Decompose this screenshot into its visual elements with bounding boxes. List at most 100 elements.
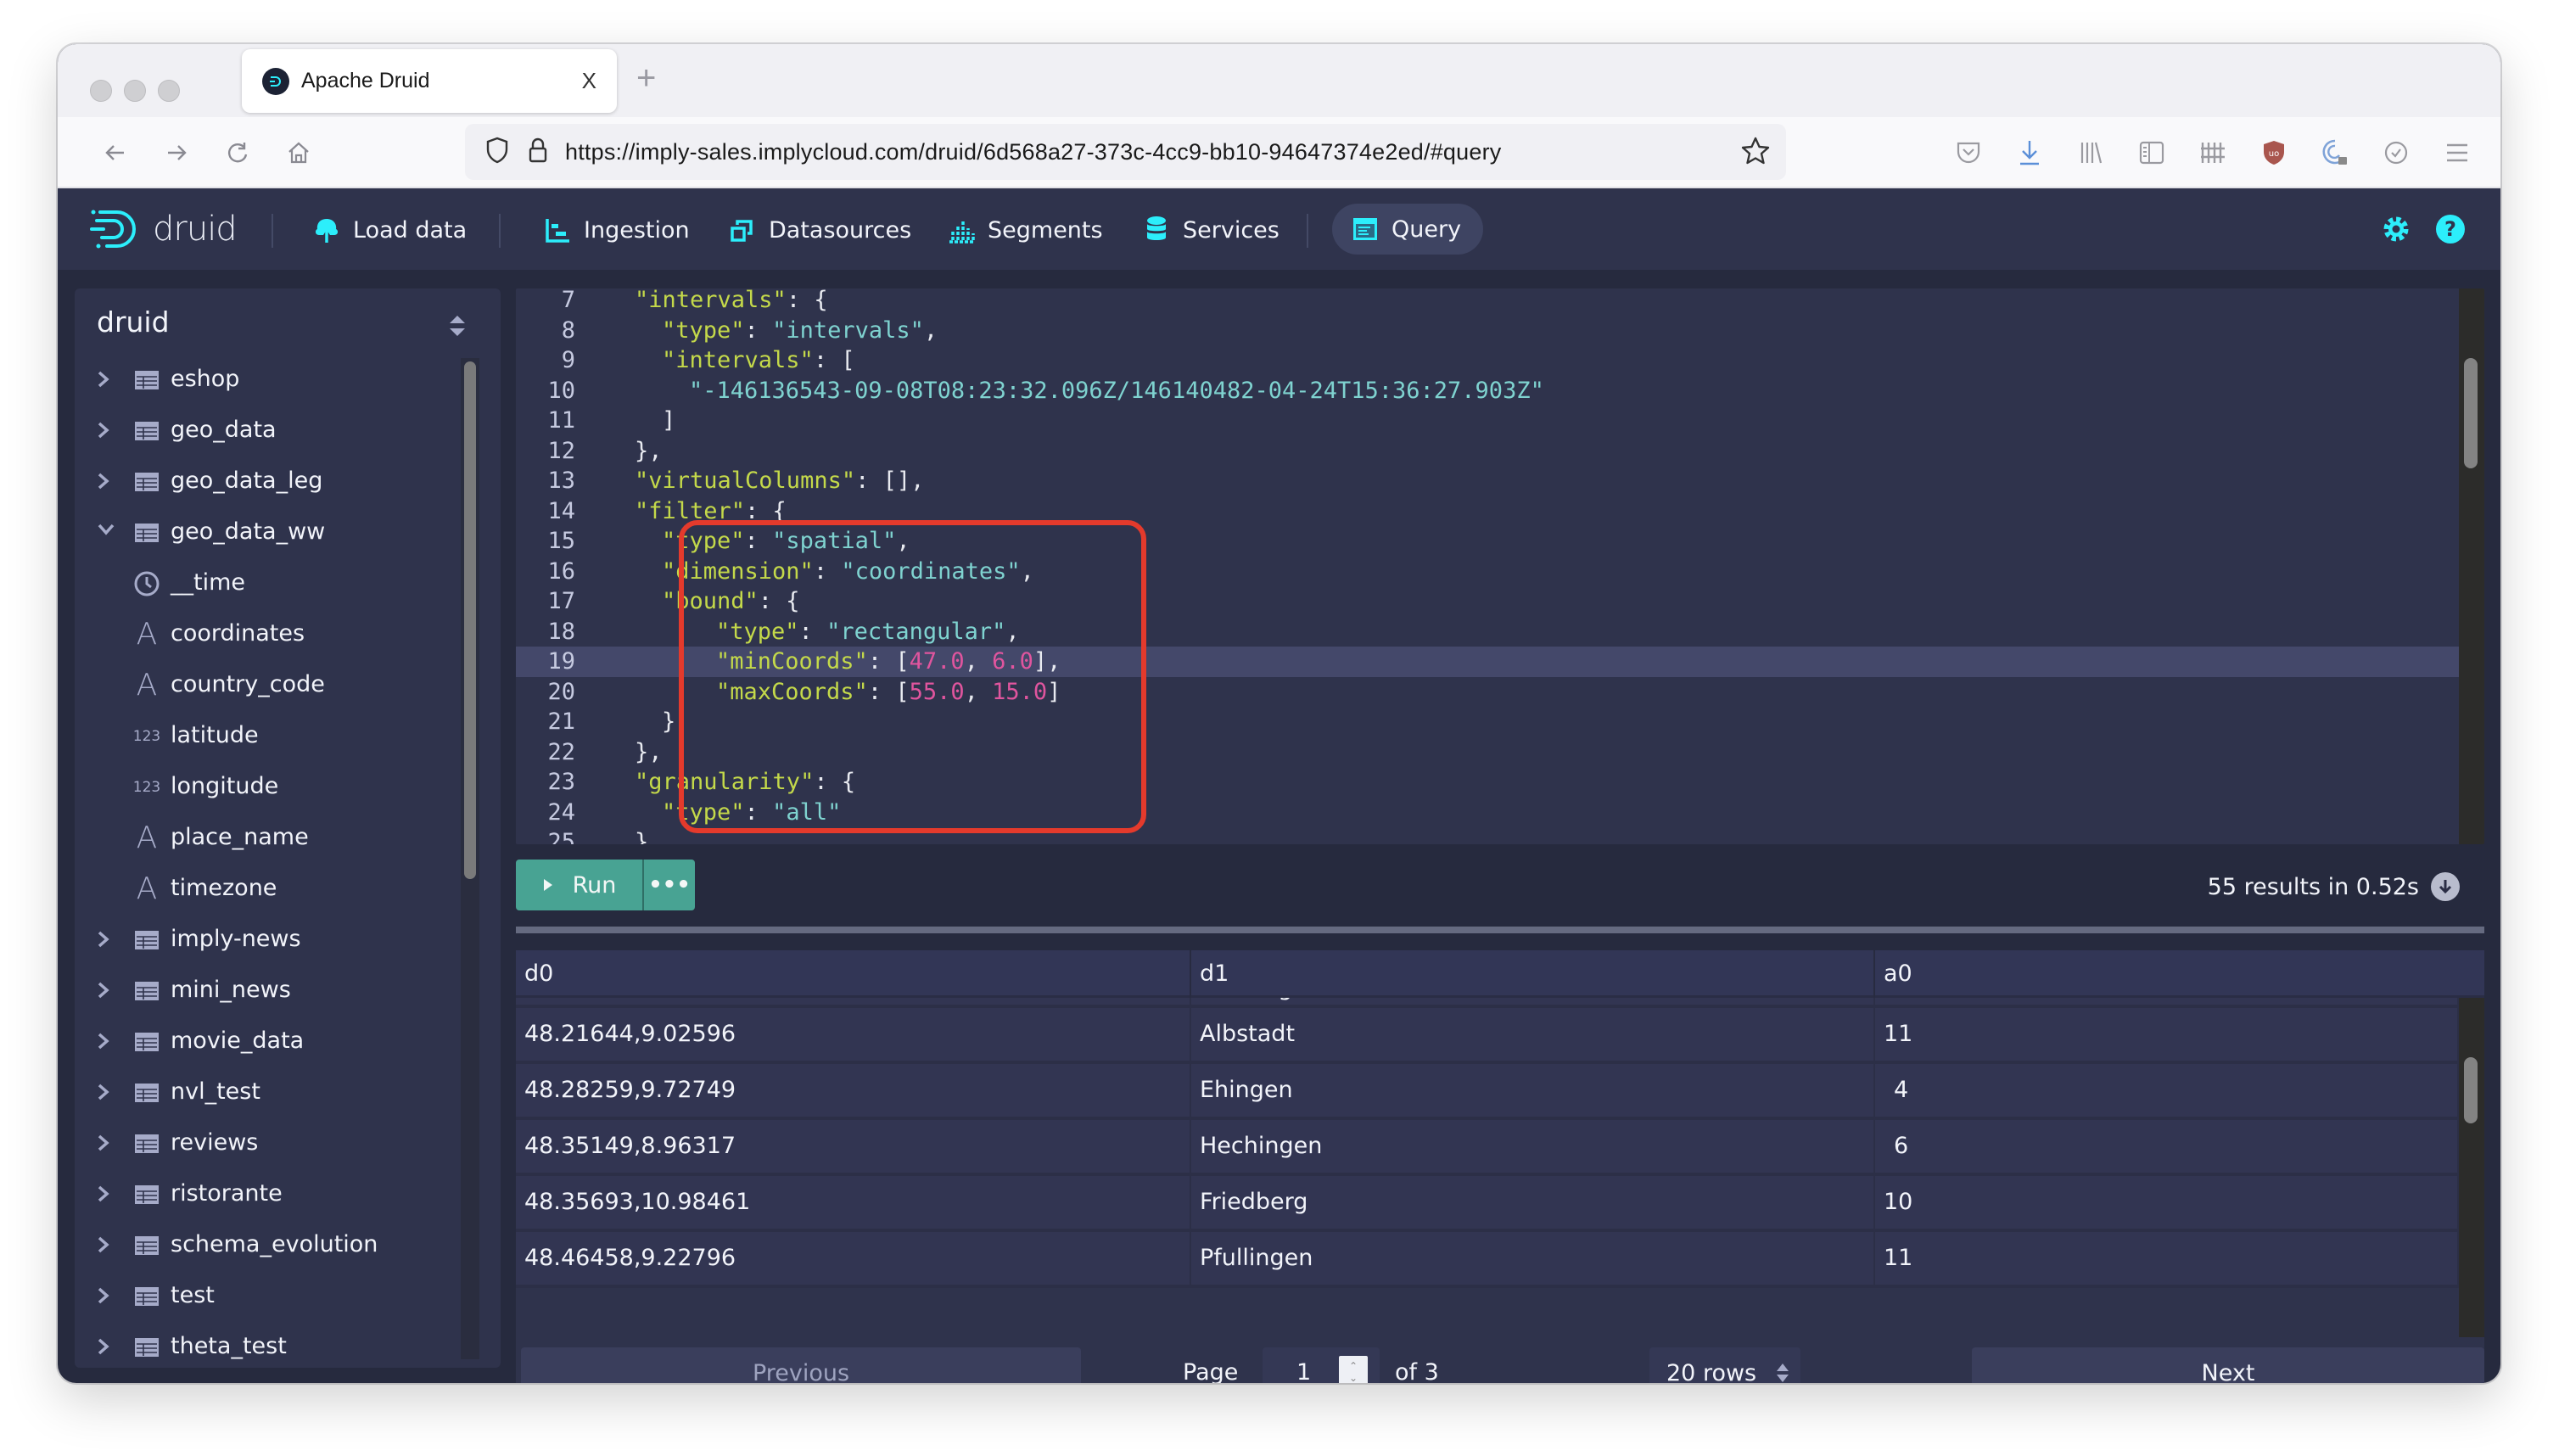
downloads-icon[interactable] <box>2011 134 2048 171</box>
chevron-right-icon[interactable] <box>97 1184 114 1205</box>
table-row[interactable]: 48.28259,9.72749 Ehingen 4 <box>516 1064 2459 1120</box>
code-line[interactable]: 25}, <box>516 827 2459 844</box>
chevron-right-icon[interactable] <box>97 1286 114 1307</box>
tree-item-column[interactable]: 123 longitude <box>75 762 456 813</box>
chevron-down-icon[interactable]: ⌄ <box>1349 1372 1358 1383</box>
nav-datasources[interactable]: Datasources <box>728 209 911 251</box>
results-scrollbar-thumb[interactable] <box>2464 1057 2478 1123</box>
tree-item-datasource[interactable]: schema_evolution <box>75 1220 456 1271</box>
chevron-right-icon[interactable] <box>97 981 114 1001</box>
code-line[interactable]: 14 "filter": { <box>516 496 2459 527</box>
nav-services[interactable]: Services <box>1142 209 1280 251</box>
home-button[interactable] <box>280 134 317 171</box>
code-line[interactable]: 21} <box>516 707 2459 737</box>
chevron-right-icon[interactable] <box>97 930 114 950</box>
tree-item-column[interactable]: Acoordinates <box>75 609 456 660</box>
nav-ingestion[interactable]: Ingestion <box>543 209 690 251</box>
code-line[interactable]: 8 "type": "intervals", <box>516 316 2459 346</box>
chevron-up-icon[interactable]: ⌃ <box>1349 1360 1358 1372</box>
tree-item-column[interactable]: 123 latitude <box>75 711 456 762</box>
code-line[interactable]: 9 "intervals": [ <box>516 345 2459 376</box>
back-button[interactable] <box>97 134 134 171</box>
nav-segments[interactable]: Segments <box>947 209 1103 251</box>
tree-item-datasource[interactable]: nvl_test <box>75 1067 456 1118</box>
page-number-input[interactable]: 1 ⌃ ⌄ <box>1263 1347 1380 1383</box>
code-line[interactable]: 10 "-146136543-09-08T08:23:32.096Z/146140… <box>516 376 2459 406</box>
nav-query[interactable]: Query <box>1332 204 1484 255</box>
chevron-right-icon[interactable] <box>97 1235 114 1256</box>
editor-scrollbar[interactable] <box>2459 288 2484 844</box>
code-line[interactable]: 15 "type": "spatial", <box>516 526 2459 557</box>
chevron-right-icon[interactable] <box>97 472 114 492</box>
results-scrollbar[interactable] <box>2459 998 2484 1337</box>
password-manager-icon[interactable] <box>2316 134 2354 171</box>
code-line[interactable]: 12}, <box>516 436 2459 467</box>
chevron-right-icon[interactable] <box>97 1083 114 1103</box>
code-line[interactable]: 19 "minCoords": [47.0, 6.0], <box>516 647 2459 677</box>
chevron-right-icon[interactable] <box>97 1337 114 1358</box>
hamburger-menu-icon[interactable] <box>2439 134 2476 171</box>
column-header-d1[interactable]: d1 <box>1191 950 1875 998</box>
sidebar-scrollbar[interactable] <box>461 358 479 1359</box>
code-line[interactable]: 24 "type": "all" <box>516 798 2459 828</box>
code-line[interactable]: 16 "dimension": "coordinates", <box>516 557 2459 587</box>
sidebar-scrollbar-thumb[interactable] <box>464 361 476 879</box>
code-line[interactable]: 22}, <box>516 737 2459 768</box>
tree-item-datasource[interactable]: geo_data <box>75 406 456 456</box>
tree-item-datasource[interactable]: theta_test <box>75 1322 456 1373</box>
download-results-icon[interactable] <box>2431 872 2460 901</box>
tree-item-datasource[interactable]: test <box>75 1271 456 1322</box>
column-header-a0[interactable]: a0 <box>1875 950 2484 998</box>
tree-item-datasource[interactable]: geo_data_leg <box>75 456 456 507</box>
code-line[interactable]: 18 "type": "rectangular", <box>516 617 2459 647</box>
tree-item-column[interactable]: Atimezone <box>75 864 456 915</box>
pocket-icon[interactable] <box>1950 134 1987 171</box>
lock-icon[interactable] <box>528 136 548 168</box>
code-line[interactable]: 20 "maxCoords": [55.0, 15.0] <box>516 677 2459 708</box>
library-icon[interactable] <box>2072 134 2109 171</box>
tree-item-column[interactable]: Aplace_name <box>75 813 456 864</box>
code-line[interactable]: 23 "granularity": { <box>516 767 2459 798</box>
chevron-right-icon[interactable] <box>97 1032 114 1052</box>
forward-button[interactable] <box>158 134 195 171</box>
tree-item-datasource[interactable]: eshop <box>75 355 456 406</box>
tree-item-datasource[interactable]: geo_data_ww <box>75 507 456 558</box>
next-page-button[interactable]: Next <box>1972 1347 2484 1383</box>
new-tab-button[interactable]: + <box>636 59 656 98</box>
table-row[interactable]: 48.21644,9.02596 Albstadt 11 <box>516 1008 2459 1064</box>
sort-toggle-icon[interactable] <box>448 314 467 341</box>
table-row[interactable]: 48.35149,8.96317 Hechingen 6 <box>516 1120 2459 1176</box>
sidebar-toggle-icon[interactable] <box>2133 134 2170 171</box>
code-line[interactable]: 11] <box>516 406 2459 436</box>
tracking-shield-icon[interactable] <box>485 136 509 168</box>
chevron-right-icon[interactable] <box>97 1134 114 1154</box>
tree-item-datasource[interactable]: movie_data <box>75 1016 456 1067</box>
window-close-button[interactable] <box>90 80 112 102</box>
table-row[interactable]: 48.35693,10.98461 Friedberg 10 <box>516 1176 2459 1232</box>
previous-page-button[interactable]: Previous <box>521 1347 1081 1383</box>
address-bar[interactable]: https://imply-sales.implycloud.com/druid… <box>465 124 1786 180</box>
bookmark-star-icon[interactable] <box>1740 136 1771 170</box>
code-line[interactable]: 7 "intervals": { <box>516 288 2459 316</box>
tree-item-datasource[interactable]: mini_news <box>75 966 456 1016</box>
chevron-right-icon[interactable] <box>97 370 114 390</box>
ublock-origin-icon[interactable]: uo <box>2255 134 2293 171</box>
url-text[interactable]: https://imply-sales.implycloud.com/druid… <box>565 139 1501 165</box>
window-zoom-button[interactable] <box>158 80 180 102</box>
druid-logo[interactable]: druid <box>88 207 238 251</box>
tree-item-datasource[interactable]: imply-news <box>75 915 456 966</box>
code-line[interactable]: 17 "bound": { <box>516 586 2459 617</box>
settings-gear-icon[interactable] <box>2379 212 2413 246</box>
check-circle-icon[interactable] <box>2377 134 2415 171</box>
query-editor[interactable]: 7 "intervals": {8 "type": "intervals", 9 "in… <box>516 288 2484 844</box>
run-button[interactable]: Run <box>516 860 644 910</box>
tab-close-icon[interactable]: X <box>582 68 596 94</box>
chevron-right-icon[interactable] <box>97 421 114 441</box>
reload-button[interactable] <box>219 134 256 171</box>
tree-item-datasource[interactable]: ristorante <box>75 1169 456 1220</box>
window-minimize-button[interactable] <box>124 80 146 102</box>
tree-item-datasource[interactable]: reviews <box>75 1118 456 1169</box>
table-row[interactable]: 48.46458,9.22796 Pfullingen 11 <box>516 1232 2459 1288</box>
page-stepper[interactable]: ⌃ ⌄ <box>1339 1356 1368 1383</box>
browser-tab-active[interactable]: Apache Druid X <box>242 49 617 113</box>
